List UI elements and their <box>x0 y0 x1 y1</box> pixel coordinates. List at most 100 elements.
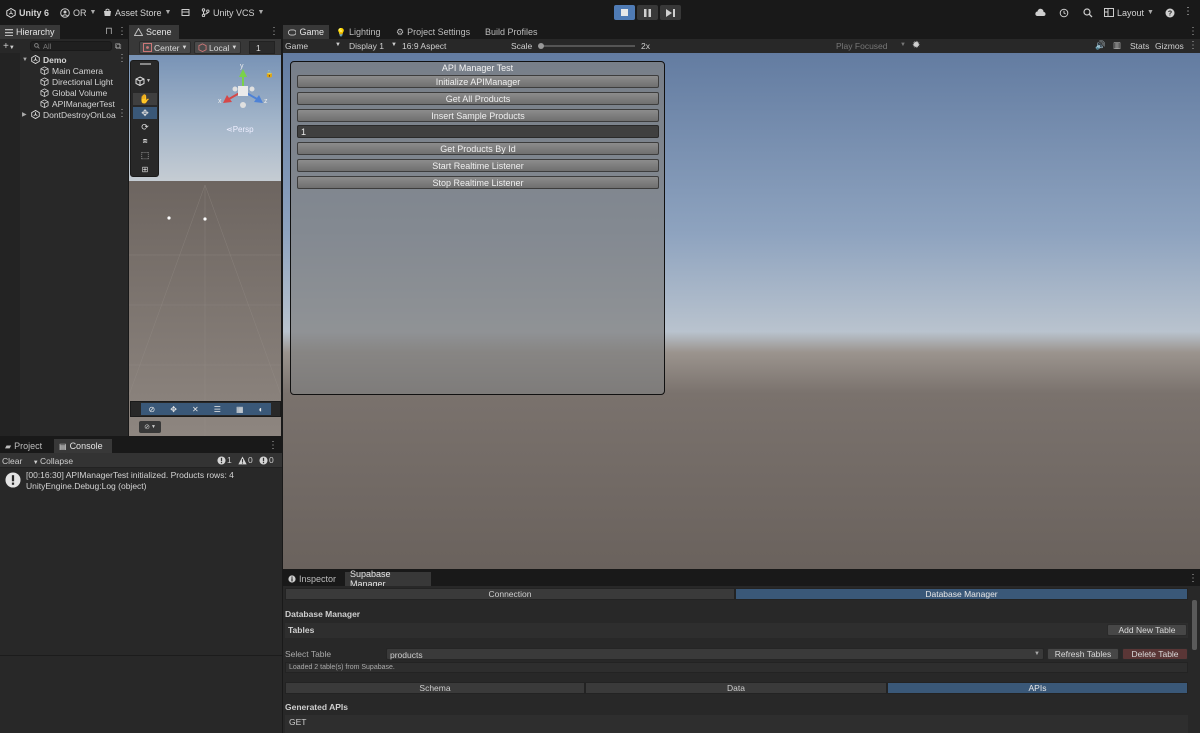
hand-tool-button[interactable]: ✋ <box>133 93 157 105</box>
scale-tool-button[interactable]: ⧈ <box>133 135 157 147</box>
get-all-products-button[interactable]: Get All Products <box>297 92 659 105</box>
more-vertical-icon[interactable]: ⋮ <box>1188 26 1198 37</box>
stats-button[interactable]: Stats <box>1130 41 1149 51</box>
tab-inspector[interactable]: Inspector <box>283 572 341 586</box>
layout-dropdown[interactable]: Layout ▼ <box>1104 6 1154 19</box>
vcs-dropdown[interactable]: Unity VCS ▼ <box>201 6 264 19</box>
unity-menu[interactable]: Unity 6 <box>6 6 49 19</box>
select-table-dropdown[interactable]: products ▼ <box>386 648 1044 660</box>
package-button[interactable] <box>181 6 190 19</box>
scrollbar-thumb[interactable] <box>1192 600 1197 650</box>
search-button[interactable] <box>1083 6 1093 19</box>
view-mode-dropdown[interactable]: ▼ <box>135 74 155 88</box>
tab-project[interactable]: ▰ Project <box>0 439 47 453</box>
asset-store-dropdown[interactable]: Asset Store ▼ <box>103 6 171 19</box>
console-log-entry[interactable]: [00:16:30] APIManagerTest initialized. P… <box>0 469 282 491</box>
cloud-button[interactable] <box>1034 6 1046 19</box>
stop-play-button[interactable] <box>614 5 635 20</box>
tab-build-profiles[interactable]: Build Profiles <box>480 25 543 39</box>
game-mode-dropdown[interactable]: Game ▼ <box>285 41 343 51</box>
add-new-table-button[interactable]: Add New Table <box>1107 624 1187 636</box>
refresh-tables-button[interactable]: Refresh Tables <box>1047 648 1119 660</box>
more-vertical-icon[interactable]: ⋮ <box>117 26 127 37</box>
tab-supabase-manager[interactable]: Supabase Manager <box>345 569 431 589</box>
hierarchy-item-dontdestroyonload[interactable]: ▶ DontDestroyOnLoa <box>22 109 116 120</box>
hierarchy-item-main-camera[interactable]: Main Camera <box>40 65 103 76</box>
more-vertical-icon[interactable]: ⋮ <box>268 440 278 451</box>
tab-game[interactable]: Game <box>283 25 329 39</box>
more-vertical-icon[interactable]: ⋮ <box>117 108 127 119</box>
move-tool-button[interactable]: ✥ <box>133 107 157 119</box>
speaker-icon[interactable]: 🔊 <box>1095 40 1106 51</box>
history-button[interactable] <box>1059 6 1069 19</box>
initialize-apimanager-button[interactable]: Initialize APIManager <box>297 75 659 88</box>
tab-hierarchy[interactable]: Hierarchy <box>0 25 60 39</box>
search-icon <box>1083 7 1093 17</box>
tab-project-settings[interactable]: ⚙ Project Settings <box>391 25 475 39</box>
more-vertical-icon[interactable]: ⋮ <box>1188 40 1198 51</box>
log-count-toggle[interactable]: 1 <box>217 455 232 465</box>
error-count-toggle[interactable]: 0 <box>259 455 274 465</box>
segment-schema[interactable]: Schema <box>285 682 585 694</box>
persp-label: Persp <box>232 125 254 134</box>
more-vertical-icon[interactable]: ⋮ <box>1188 573 1198 584</box>
search-input[interactable]: All <box>30 41 112 51</box>
hierarchy-item-directional-light[interactable]: Directional Light <box>40 76 113 87</box>
cross-icon[interactable]: ✕ <box>192 405 199 414</box>
hierarchy-item-demo[interactable]: ▼ Demo <box>22 54 67 65</box>
gizmos-button[interactable]: Gizmos <box>1155 41 1184 51</box>
tab-scene[interactable]: Scene <box>129 25 179 39</box>
lock-icon[interactable]: ⊓ <box>105 26 113 37</box>
lighting-icon[interactable]: ◐ <box>259 405 264 414</box>
start-realtime-listener-button[interactable]: Start Realtime Listener <box>297 159 659 172</box>
more-menu[interactable]: ⋮ <box>1183 5 1193 18</box>
gizmo-settings-dropdown[interactable]: ⊘ ▼ <box>139 421 161 433</box>
move-icon[interactable]: ✥ <box>170 405 177 414</box>
clear-dropdown[interactable]: Clear ▼ <box>2 456 39 466</box>
stop-realtime-listener-button[interactable]: Stop Realtime Listener <box>297 176 659 189</box>
tab-console[interactable]: ▤ Console <box>54 439 112 453</box>
compass-icon[interactable]: ⊘ <box>149 405 156 414</box>
more-vertical-icon[interactable]: ⋮ <box>117 53 127 64</box>
space-dropdown[interactable]: Local ▼ <box>194 41 241 54</box>
bars-icon[interactable]: ▥ <box>1113 40 1121 51</box>
collapse-button[interactable]: Collapse <box>40 456 73 466</box>
rotate-tool-button[interactable]: ⟳ <box>133 121 157 133</box>
aspect-dropdown[interactable]: 16:9 Aspect <box>402 41 462 51</box>
persp-toggle[interactable]: ⋖Persp <box>226 125 254 134</box>
scale-slider[interactable] <box>538 43 635 49</box>
pivot-dropdown[interactable]: Center ▼ <box>139 41 191 54</box>
sliders-icon[interactable]: ☰ <box>214 405 221 414</box>
drag-handle-icon[interactable] <box>140 63 151 65</box>
tab-lighting[interactable]: 💡 Lighting <box>331 25 386 39</box>
more-vertical-icon[interactable]: ⋮ <box>269 26 279 37</box>
account-dropdown[interactable]: OR ▼ <box>60 6 96 19</box>
orientation-gizmo[interactable]: y x z <box>217 63 269 113</box>
segment-connection[interactable]: Connection <box>285 588 735 600</box>
bug-icon[interactable]: ✹ <box>912 40 920 51</box>
add-button[interactable]: +▼ <box>3 41 21 52</box>
display-dropdown[interactable]: Display 1 ▼ <box>349 41 399 51</box>
rect-tool-button[interactable]: ⬚ <box>133 149 157 161</box>
snap-value-field[interactable]: 1 <box>249 41 275 54</box>
segment-apis[interactable]: APIs <box>887 682 1188 694</box>
segment-data[interactable]: Data <box>585 682 887 694</box>
product-id-input[interactable]: 1 <box>297 125 659 138</box>
pause-button[interactable] <box>637 5 658 20</box>
get-products-by-id-button[interactable]: Get Products By Id <box>297 142 659 155</box>
grid-icon[interactable]: ▦ <box>236 405 244 414</box>
gizmo-lock-icon[interactable]: 🔒 <box>265 70 274 78</box>
scene-visibility-icon[interactable]: ⧉ <box>115 41 121 52</box>
help-button[interactable]: ? <box>1165 6 1175 19</box>
warning-count-toggle[interactable]: 0 <box>238 455 253 465</box>
hierarchy-item-apimanagertest[interactable]: APIManagerTest <box>40 98 115 109</box>
step-button[interactable] <box>660 5 681 20</box>
play-focused-dropdown[interactable]: Play Focused ▼ <box>836 41 908 51</box>
transform-tool-button[interactable]: ⊞ <box>133 163 157 175</box>
segment-database-manager[interactable]: Database Manager <box>735 588 1188 600</box>
hierarchy-item-global-volume[interactable]: Global Volume <box>40 87 107 98</box>
insert-sample-products-button[interactable]: Insert Sample Products <box>297 109 659 122</box>
delete-table-button[interactable]: Delete Table <box>1122 648 1188 660</box>
scene-view[interactable]: ▼ ✋ ✥ ⟳ ⧈ ⬚ ⊞ y x z 🔒 ⋖Persp ⊘ ✥ ✕ ☰ ▦ ◐… <box>129 55 281 436</box>
scale-slider-thumb[interactable] <box>538 43 544 49</box>
